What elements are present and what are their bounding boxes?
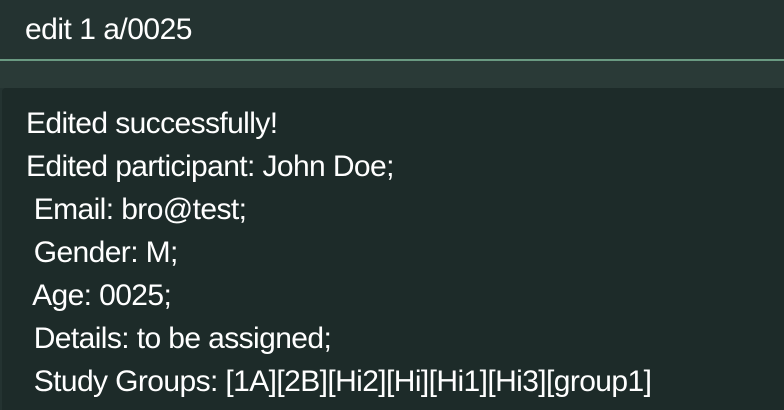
result-line-email: Email: bro@test; [26, 193, 247, 226]
result-line-study-groups: Study Groups: [1A][2B][Hi2][Hi][Hi1][Hi3… [26, 365, 652, 398]
result-display: Edited successfully! Edited participant:… [2, 88, 784, 410]
result-line-participant: Edited participant: John Doe; [26, 150, 394, 183]
result-line-age: Age: 0025; [26, 279, 172, 312]
command-input[interactable] [0, 0, 784, 59]
result-line-status: Edited successfully! [26, 107, 278, 140]
separator-band [0, 61, 784, 88]
command-box[interactable] [0, 0, 784, 61]
result-line-gender: Gender: M; [26, 236, 179, 269]
result-line-details: Details: to be assigned; [26, 322, 332, 355]
